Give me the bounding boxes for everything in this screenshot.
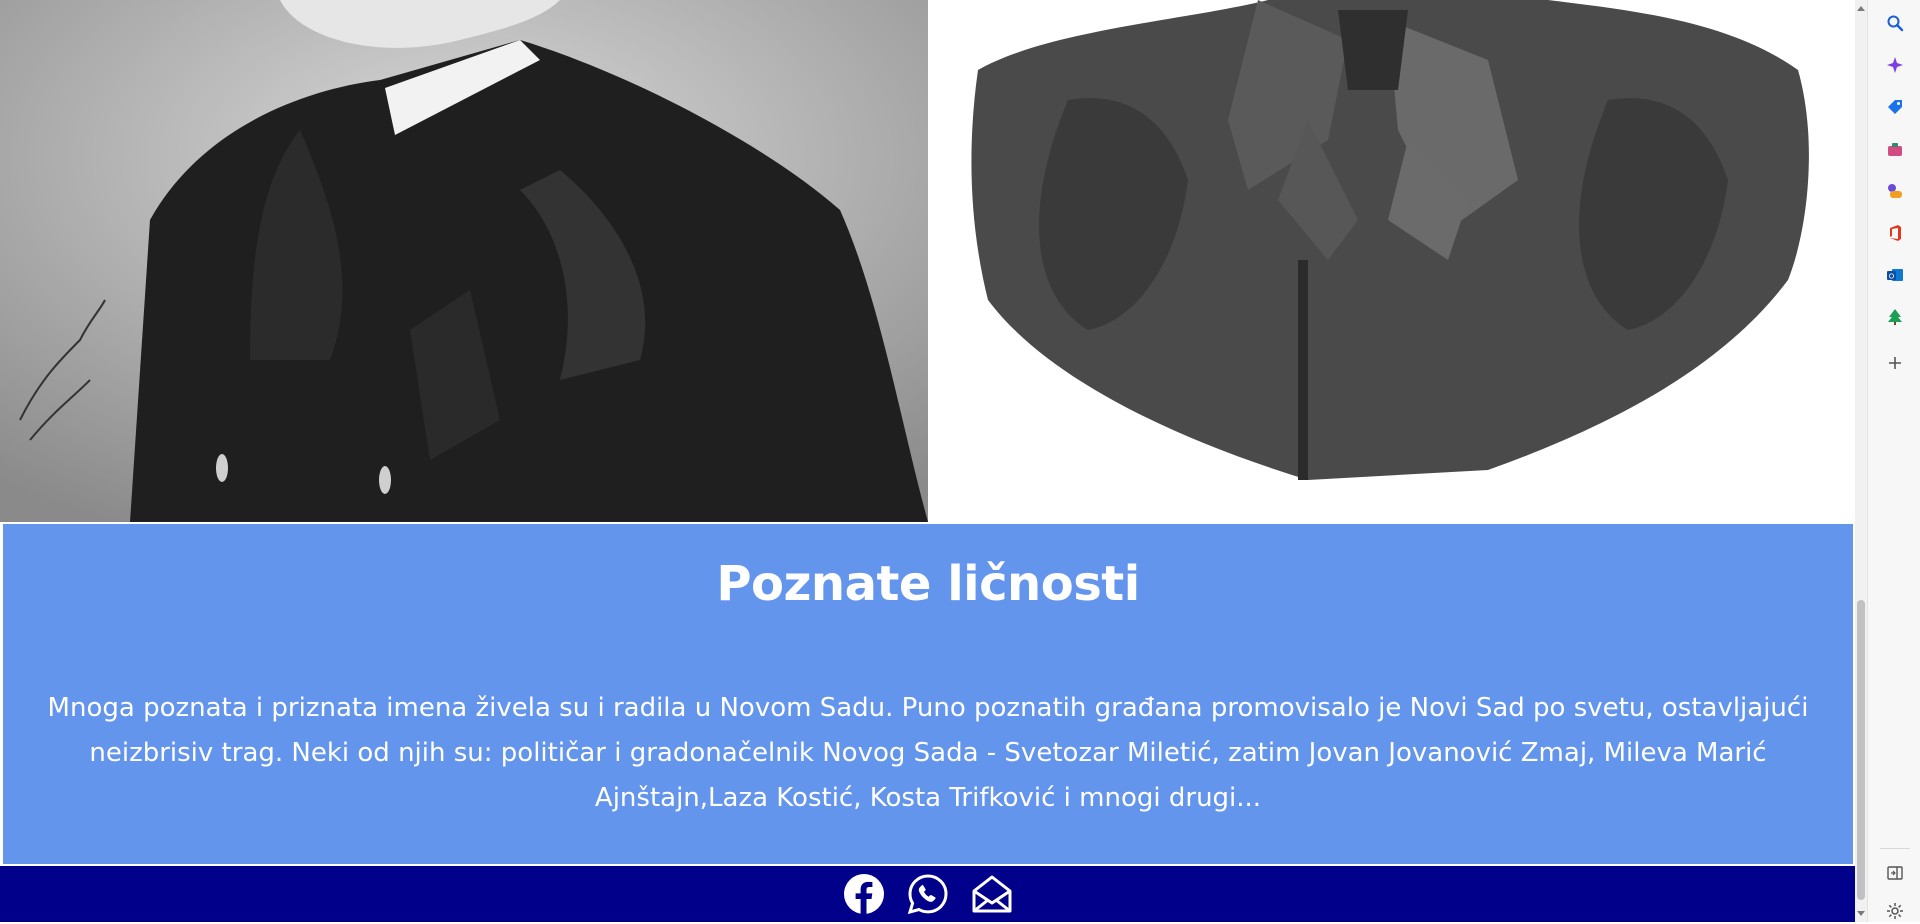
shopping-tag-icon[interactable]	[1882, 94, 1908, 120]
whatsapp-icon[interactable]	[907, 873, 949, 915]
scroll-down-arrow-icon[interactable]	[1857, 911, 1865, 916]
search-icon[interactable]	[1882, 10, 1908, 36]
split-screen-icon[interactable]	[1882, 860, 1908, 886]
tools-icon[interactable]	[1882, 136, 1908, 162]
footer	[0, 866, 1855, 922]
copilot-icon[interactable]	[1882, 52, 1908, 78]
scroll-up-arrow-icon[interactable]	[1857, 6, 1865, 11]
office-icon[interactable]	[1882, 220, 1908, 246]
mail-icon[interactable]	[971, 873, 1013, 915]
add-icon[interactable]	[1882, 350, 1908, 376]
games-icon[interactable]	[1882, 178, 1908, 204]
svg-text:O: O	[1889, 272, 1895, 280]
page: Poznate ličnosti Mnoga poznata i priznat…	[0, 0, 1855, 922]
scrollbar-thumb[interactable]	[1857, 600, 1865, 900]
outlook-icon[interactable]: O	[1882, 262, 1908, 288]
sidebar-divider	[1880, 848, 1910, 849]
portrait-photo-right	[928, 0, 1855, 522]
settings-icon[interactable]	[1882, 898, 1908, 924]
portrait-photo-left	[0, 0, 928, 522]
section-text: Mnoga poznata i priznata imena živela su…	[47, 693, 1809, 813]
facebook-icon[interactable]	[843, 873, 885, 915]
tree-icon[interactable]	[1882, 304, 1908, 330]
known-figures-section: Poznate ličnosti Mnoga poznata i priznat…	[3, 524, 1853, 864]
section-title: Poznate ličnosti	[716, 556, 1140, 612]
browser-sidebar: O	[1867, 0, 1920, 922]
page-scrollbar[interactable]	[1855, 0, 1867, 922]
